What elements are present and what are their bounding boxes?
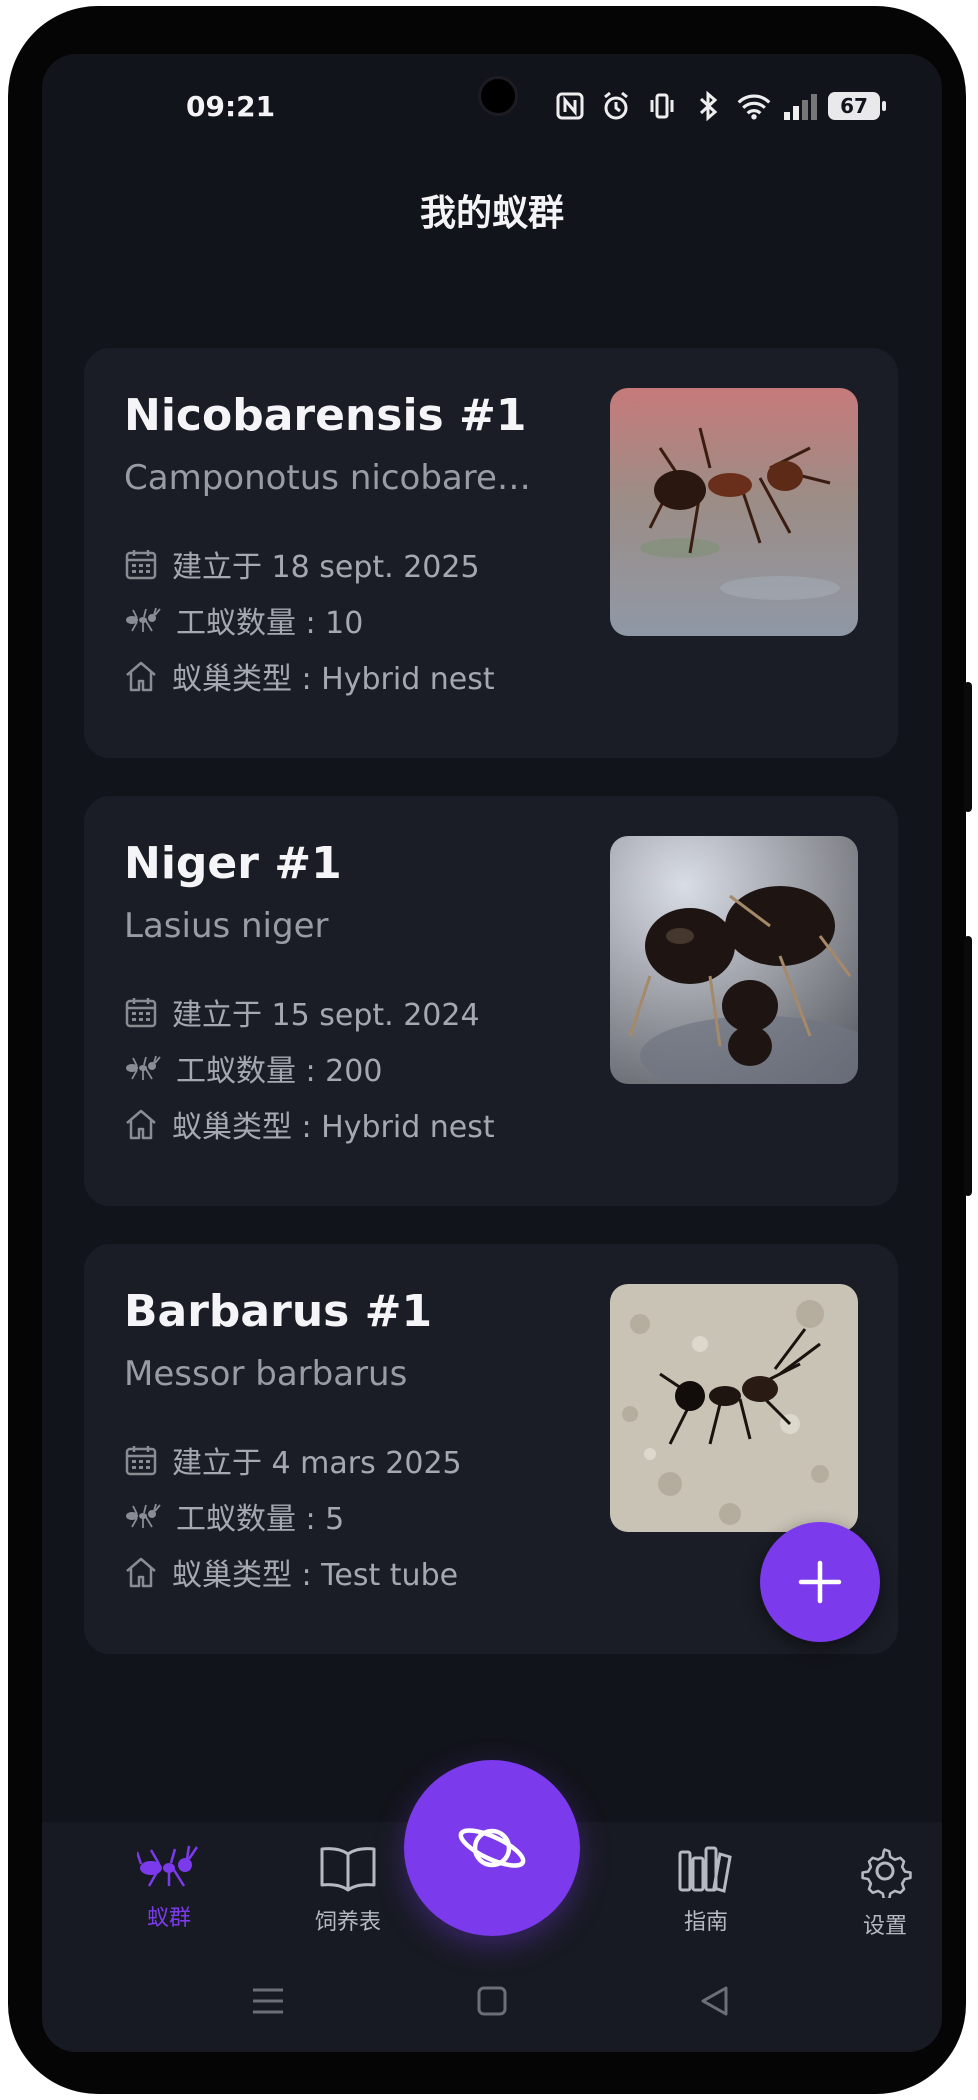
- bluetooth-icon: [690, 88, 726, 124]
- calendar-icon: [125, 998, 157, 1028]
- tab-feeding[interactable]: 饲养表: [278, 1844, 418, 1936]
- colony-species: Lasius niger: [124, 906, 329, 946]
- nest-row: 蚁巢类型 : Hybrid nest: [124, 656, 495, 697]
- status-time: 09:21: [186, 90, 276, 123]
- ant-icon: [126, 607, 161, 632]
- founded-row: 建立于 18 sept. 2025: [124, 544, 480, 585]
- status-icons: 67: [552, 88, 886, 124]
- workers-text: 工蚁数量 : 10: [176, 606, 364, 641]
- nest-text: 蚁巢类型 : Hybrid nest: [172, 662, 495, 697]
- founded-row: 建立于 15 sept. 2024: [124, 992, 480, 1033]
- home-icon: [126, 1557, 156, 1588]
- battery-indicator: 67: [828, 92, 886, 120]
- ant-icon: [126, 1503, 161, 1528]
- workers-row: 工蚁数量 : 5: [124, 1496, 345, 1537]
- menu-icon[interactable]: [238, 1976, 298, 2026]
- home-icon: [126, 1109, 156, 1140]
- volume-button: [964, 682, 972, 812]
- colony-photo: [610, 836, 858, 1084]
- home-button-icon[interactable]: [462, 1976, 522, 2026]
- tab-feeding-label: 饲养表: [314, 1910, 381, 1935]
- tab-guide-label: 指南: [683, 1910, 728, 1935]
- add-colony-button[interactable]: [760, 1522, 880, 1642]
- plus-icon: [798, 1560, 842, 1604]
- colony-photo: [610, 388, 858, 636]
- home-icon: [126, 661, 156, 692]
- workers-row: 工蚁数量 : 10: [124, 600, 364, 641]
- colony-name: Niger #1: [124, 838, 342, 889]
- founded-row: 建立于 4 mars 2025: [124, 1440, 462, 1481]
- nest-text: 蚁巢类型 : Hybrid nest: [172, 1110, 495, 1145]
- colony-card[interactable]: Niger #1 Lasius niger 建立于 15 sept. 2024 …: [84, 796, 898, 1206]
- workers-text: 工蚁数量 : 5: [176, 1502, 345, 1537]
- colony-name: Barbarus #1: [124, 1286, 433, 1337]
- tab-colonies-label: 蚁群: [146, 1906, 191, 1931]
- front-camera: [478, 76, 518, 116]
- planet-icon: [458, 1828, 526, 1868]
- workers-text: 工蚁数量 : 200: [176, 1054, 383, 1089]
- workers-row: 工蚁数量 : 200: [124, 1048, 383, 1089]
- tab-settings-label: 设置: [862, 1914, 907, 1939]
- founded-text: 建立于 4 mars 2025: [172, 1446, 462, 1481]
- calendar-icon: [125, 550, 157, 580]
- gear-icon: [861, 1848, 912, 1898]
- book-icon: [320, 1847, 376, 1892]
- page-title: 我的蚁群: [419, 193, 564, 234]
- nest-row: 蚁巢类型 : Test tube: [124, 1552, 459, 1593]
- ant-icon: [137, 1845, 199, 1887]
- explore-button[interactable]: [404, 1760, 580, 1936]
- colony-name: Nicobarensis #1: [124, 390, 527, 441]
- ant-icon: [126, 1055, 161, 1080]
- back-icon[interactable]: [684, 1976, 744, 2026]
- wifi-icon: [736, 88, 772, 124]
- library-icon: [678, 1846, 732, 1893]
- colony-species: Messor barbarus: [124, 1354, 408, 1394]
- status-bar: 09:21 67: [42, 54, 942, 154]
- colony-species: Camponotus nicobarensis: [124, 458, 544, 498]
- system-navigation-bar: [42, 1960, 942, 2040]
- tab-guide[interactable]: 指南: [636, 1844, 776, 1936]
- nest-text: 蚁巢类型 : Test tube: [172, 1558, 459, 1593]
- signal-icon: [782, 88, 818, 124]
- founded-text: 建立于 15 sept. 2024: [172, 998, 480, 1033]
- tab-colonies[interactable]: 蚁群: [99, 1844, 239, 1932]
- nfc-icon: [552, 88, 588, 124]
- phone-frame: 09:21 67 我的蚁群 Nicobarensis #1 Camponotus…: [8, 6, 972, 2094]
- screen: 09:21 67 我的蚁群 Nicobarensis #1 Camponotus…: [42, 54, 942, 2052]
- colony-card[interactable]: Nicobarensis #1 Camponotus nicobarensis …: [84, 348, 898, 758]
- vibrate-icon: [644, 88, 680, 124]
- tab-settings[interactable]: 设置: [815, 1844, 942, 1940]
- calendar-icon: [125, 1446, 157, 1476]
- colony-photo: [610, 1284, 858, 1532]
- founded-text: 建立于 18 sept. 2025: [172, 550, 480, 585]
- power-button: [964, 936, 972, 1196]
- nest-row: 蚁巢类型 : Hybrid nest: [124, 1104, 495, 1145]
- alarm-icon: [598, 88, 634, 124]
